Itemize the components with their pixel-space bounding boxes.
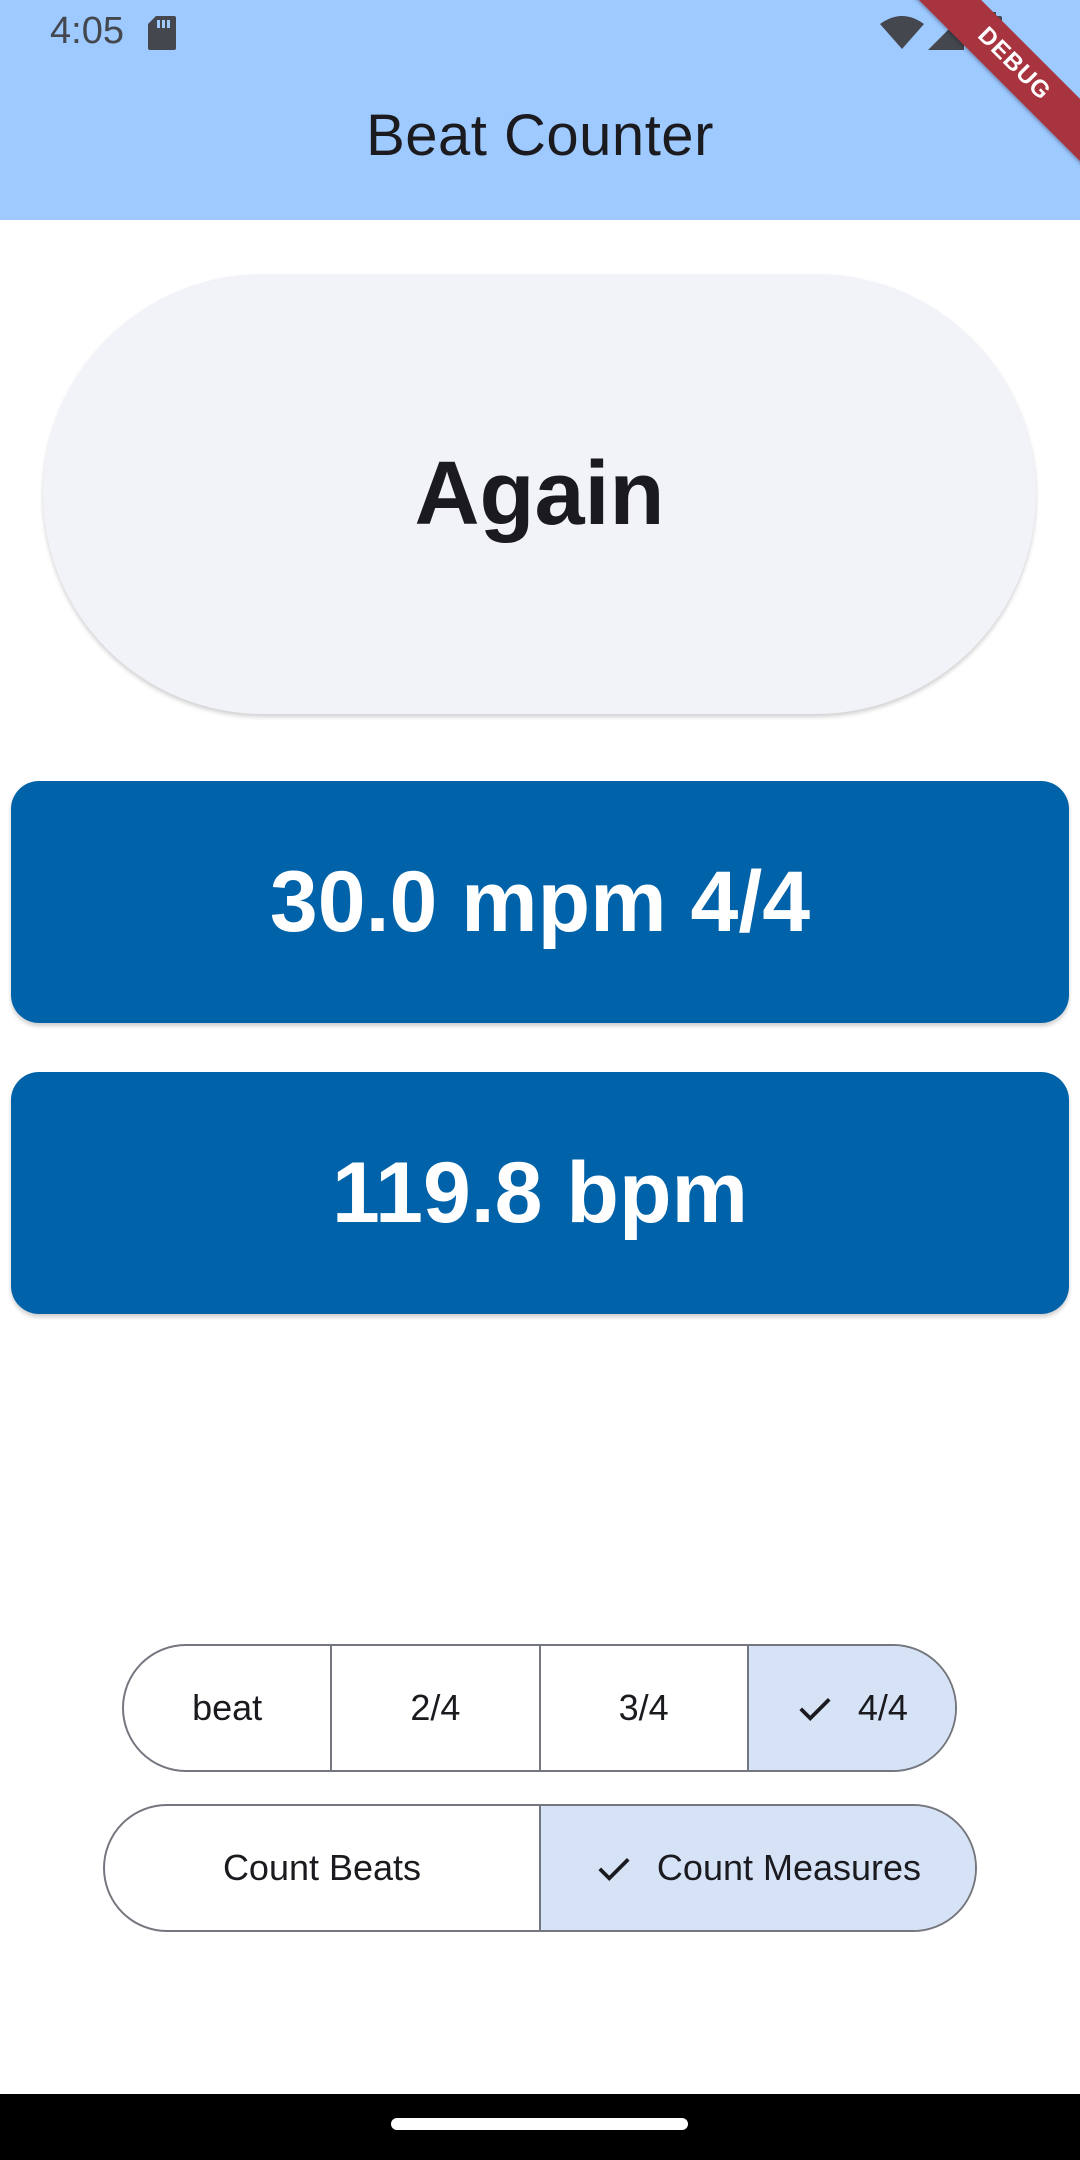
check-icon (598, 1857, 630, 1881)
meter-selector: beat 2/4 3/4 4/4 (122, 1644, 957, 1772)
page-title: Beat Counter (366, 103, 714, 168)
count-mode-label: Count Measures (656, 1847, 922, 1888)
app-bar: 4:05 Beat Counter (0, 0, 1080, 220)
meter-option-4-4[interactable]: 4/4 (748, 1646, 955, 1770)
home-gesture-handle[interactable] (391, 2118, 688, 2130)
meter-option-beat[interactable]: beat (124, 1646, 333, 1770)
screen: 4:05 Beat Counter DEBUG Again 30.0 mpm 4… (0, 0, 1080, 2160)
meter-option-label: 3/4 (618, 1687, 669, 1728)
sd-card-icon (148, 16, 176, 50)
meter-option-3-4[interactable]: 3/4 (541, 1646, 749, 1770)
measures-per-minute-display[interactable]: 30.0 mpm 4/4 (11, 781, 1069, 1023)
wifi-icon (880, 16, 924, 49)
check-icon (799, 1697, 831, 1721)
meter-option-label: beat (192, 1687, 263, 1728)
status-time: 4:05 (50, 10, 124, 52)
count-measures-option[interactable]: Count Measures (541, 1806, 975, 1930)
meter-option-label: 2/4 (410, 1687, 461, 1728)
meter-option-2-4[interactable]: 2/4 (332, 1646, 541, 1770)
beats-per-minute-display[interactable]: 119.8 bpm (11, 1072, 1069, 1314)
count-beats-option[interactable]: Count Beats (105, 1806, 541, 1930)
system-nav-bar (0, 2094, 1080, 2160)
count-mode-label: Count Beats (222, 1847, 422, 1888)
meter-option-label: 4/4 (857, 1687, 908, 1728)
again-button[interactable]: Again (43, 274, 1036, 714)
count-mode-selector: Count Beats Count Measures (103, 1804, 977, 1932)
